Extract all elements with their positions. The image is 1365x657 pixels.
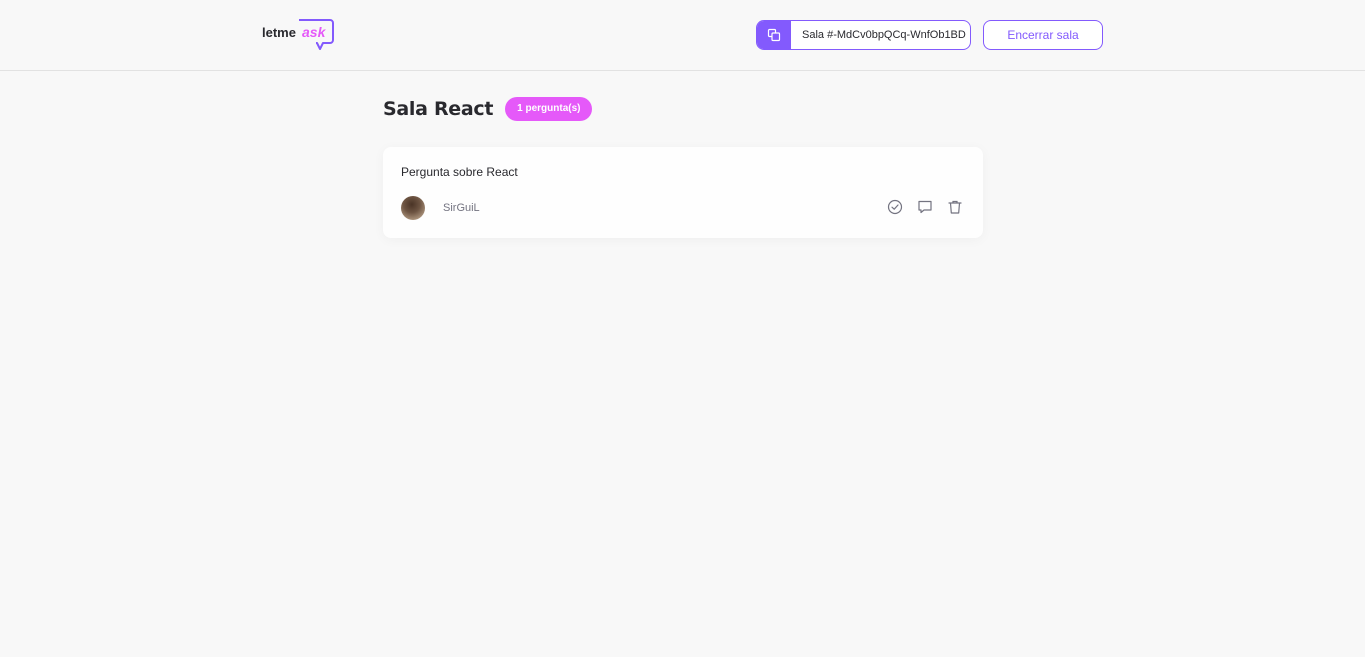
delete-icon bbox=[947, 199, 963, 218]
question-count-badge: 1 pergunta(s) bbox=[505, 96, 593, 121]
avatar bbox=[401, 196, 425, 220]
mark-answered-button[interactable] bbox=[885, 198, 905, 218]
letmeask-logo[interactable]: letme ask bbox=[262, 17, 336, 53]
author-name: SirGuiL bbox=[443, 202, 480, 214]
question-content: Pergunta sobre React bbox=[401, 165, 518, 179]
question-footer: SirGuiL bbox=[401, 196, 965, 220]
end-room-button[interactable]: Encerrar sala bbox=[983, 20, 1103, 50]
logo-text-plain: letme bbox=[262, 25, 296, 40]
room-title: Sala React bbox=[383, 97, 494, 120]
room-main: Sala React 1 pergunta(s) Pergunta sobre … bbox=[383, 96, 983, 238]
room-code-label: Sala #-MdCv0bpQCq-WnfOb1BD bbox=[802, 29, 966, 41]
delete-question-button[interactable] bbox=[945, 198, 965, 218]
logo-text-highlight: ask bbox=[302, 24, 327, 40]
answer-icon bbox=[917, 199, 933, 218]
page-header: letme ask Sala #-MdCv0bpQCq-WnfOb1BD Enc… bbox=[0, 0, 1365, 71]
copy-room-code-button[interactable]: Sala #-MdCv0bpQCq-WnfOb1BD bbox=[756, 20, 971, 50]
question-card: Pergunta sobre React SirGuiL bbox=[383, 147, 983, 238]
question-actions bbox=[885, 198, 965, 218]
highlight-question-button[interactable] bbox=[915, 198, 935, 218]
question-author: SirGuiL bbox=[401, 196, 480, 220]
check-icon bbox=[887, 199, 903, 218]
room-title-row: Sala React 1 pergunta(s) bbox=[383, 96, 983, 121]
copy-icon bbox=[757, 21, 791, 49]
